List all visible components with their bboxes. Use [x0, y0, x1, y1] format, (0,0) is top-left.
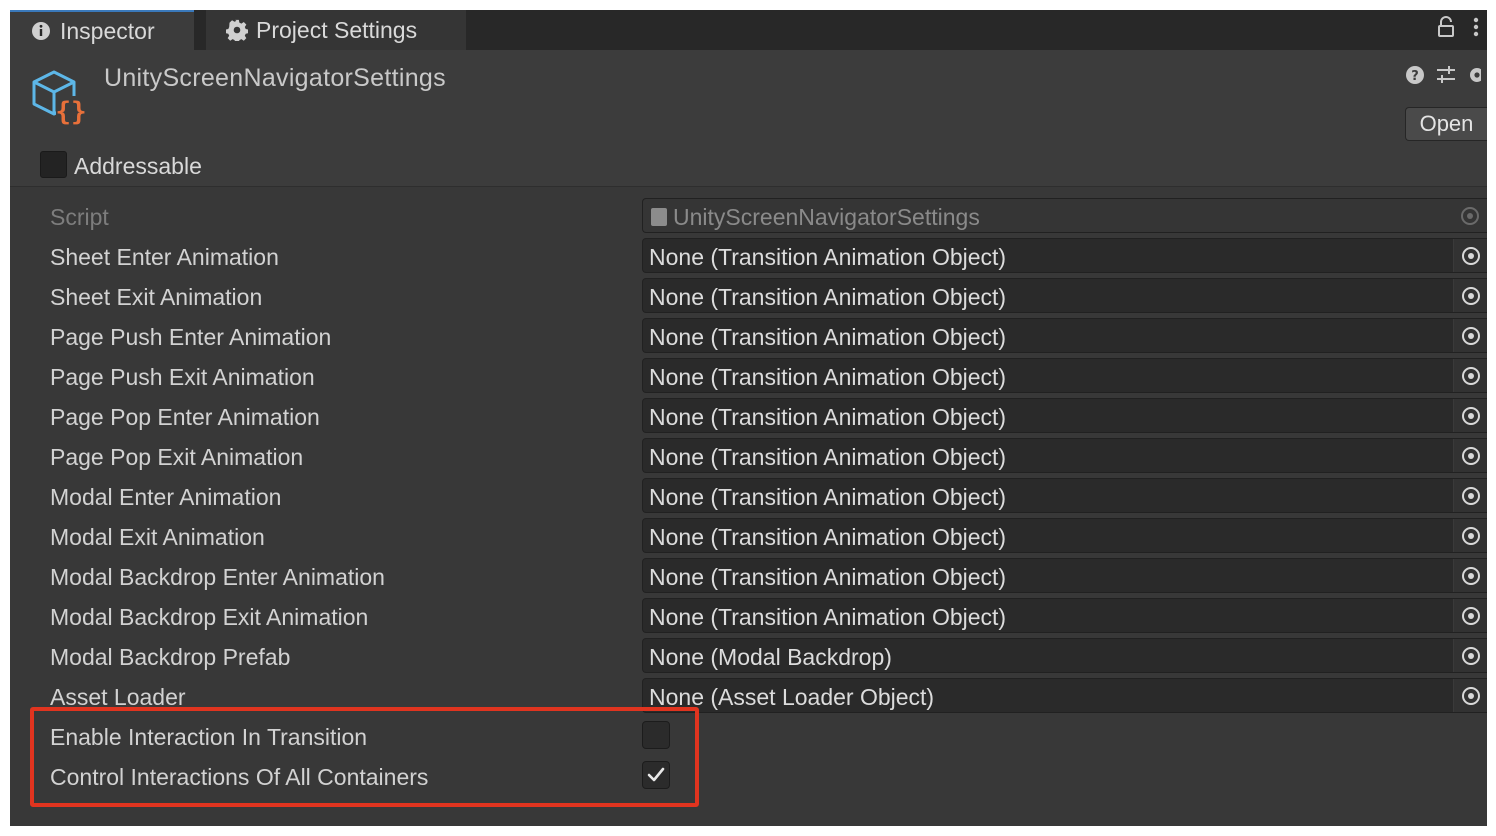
object-field[interactable]: None (Modal Backdrop)	[642, 638, 1487, 673]
toggle-row: Enable Interaction In Transition	[10, 716, 1487, 756]
property-list: Script UnityScreenNavigatorSettings Shee…	[10, 196, 1487, 796]
field-value: None (Transition Animation Object)	[649, 524, 1007, 550]
tab-project-settings[interactable]: Project Settings	[206, 10, 466, 50]
object-field[interactable]: None (Asset Loader Object)	[642, 678, 1487, 713]
object-field[interactable]: None (Transition Animation Object)	[642, 318, 1487, 353]
property-label: Page Push Exit Animation	[50, 364, 315, 390]
property-row: Modal Backdrop Exit Animation None (Tran…	[10, 596, 1487, 636]
property-label: Page Pop Enter Animation	[50, 404, 320, 430]
field-value: None (Transition Animation Object)	[649, 364, 1007, 390]
object-picker-icon[interactable]	[1453, 519, 1487, 552]
field-value: None (Transition Animation Object)	[649, 324, 1007, 350]
tab-inspector[interactable]: Inspector	[10, 10, 194, 50]
addressable-row: Addressable	[10, 146, 1487, 187]
info-icon	[30, 20, 52, 42]
settings-icon[interactable]	[1467, 64, 1484, 91]
object-picker-icon[interactable]	[1453, 399, 1487, 432]
object-field[interactable]: None (Transition Animation Object)	[642, 278, 1487, 313]
checkmark-icon	[647, 767, 665, 782]
scriptable-object-icon: {}	[30, 66, 90, 127]
property-label: Modal Backdrop Prefab	[50, 644, 291, 670]
svg-text:{}: {}	[55, 97, 86, 126]
property-label: Modal Backdrop Exit Animation	[50, 604, 369, 630]
object-picker-icon[interactable]	[1453, 639, 1487, 672]
toggle-row: Control Interactions Of All Containers	[10, 756, 1487, 796]
object-picker-icon[interactable]	[1453, 359, 1487, 392]
object-picker-icon[interactable]	[1453, 599, 1487, 632]
inspector-header: {} UnityScreenNavigatorSettings ? Open	[10, 50, 1487, 146]
object-field[interactable]: None (Transition Animation Object)	[642, 358, 1487, 393]
toggle-checkbox[interactable]	[642, 761, 670, 789]
object-picker-icon[interactable]	[1453, 679, 1487, 712]
tab-label: Project Settings	[256, 16, 418, 43]
object-field[interactable]: None (Transition Animation Object)	[642, 238, 1487, 273]
object-picker-icon	[1453, 199, 1487, 232]
help-icon[interactable]: ?	[1405, 65, 1425, 90]
field-value: UnityScreenNavigatorSettings	[673, 204, 980, 230]
object-picker-icon[interactable]	[1453, 559, 1487, 592]
toggle-checkbox[interactable]	[642, 721, 670, 749]
property-label: Page Pop Exit Animation	[50, 444, 304, 470]
object-field[interactable]: None (Transition Animation Object)	[642, 478, 1487, 513]
property-row-script: Script UnityScreenNavigatorSettings	[10, 196, 1487, 236]
addressable-label: Addressable	[74, 153, 202, 179]
field-value: None (Transition Animation Object)	[649, 564, 1007, 590]
field-value: None (Transition Animation Object)	[649, 404, 1007, 430]
gear-icon	[226, 19, 248, 41]
property-label: Control Interactions Of All Containers	[50, 764, 429, 790]
lock-icon[interactable]	[1437, 16, 1455, 44]
asset-title: UnityScreenNavigatorSettings	[104, 64, 446, 92]
property-row: Modal Backdrop Enter Animation None (Tra…	[10, 556, 1487, 596]
object-field[interactable]: None (Transition Animation Object)	[642, 598, 1487, 633]
field-value: None (Transition Animation Object)	[649, 284, 1007, 310]
property-row: Sheet Exit Animation None (Transition An…	[10, 276, 1487, 316]
object-picker-icon[interactable]	[1453, 279, 1487, 312]
field-value: None (Asset Loader Object)	[649, 684, 935, 710]
property-row: Page Pop Enter Animation None (Transitio…	[10, 396, 1487, 436]
property-row: Modal Enter Animation None (Transition A…	[10, 476, 1487, 516]
property-row: Page Push Exit Animation None (Transitio…	[10, 356, 1487, 396]
property-row: Page Pop Exit Animation None (Transition…	[10, 436, 1487, 476]
object-picker-icon[interactable]	[1453, 439, 1487, 472]
svg-text:?: ?	[1411, 69, 1419, 84]
property-label: Sheet Exit Animation	[50, 284, 263, 310]
object-picker-icon[interactable]	[1453, 319, 1487, 352]
field-value: None (Transition Animation Object)	[649, 484, 1007, 510]
addressable-checkbox[interactable]	[40, 151, 67, 178]
property-label: Asset Loader	[50, 684, 186, 710]
object-field[interactable]: None (Transition Animation Object)	[642, 398, 1487, 433]
tab-bar: Inspector Project Settings	[10, 10, 1487, 50]
property-row: Modal Backdrop Prefab None (Modal Backdr…	[10, 636, 1487, 676]
property-label: Page Push Enter Animation	[50, 324, 332, 350]
field-value: None (Modal Backdrop)	[649, 644, 892, 670]
open-button[interactable]: Open	[1405, 107, 1487, 141]
inspector-window: Inspector Project Settings {} UnityScree…	[10, 10, 1487, 826]
object-picker-icon[interactable]	[1453, 479, 1487, 512]
property-row: Asset Loader None (Asset Loader Object)	[10, 676, 1487, 716]
property-label: Modal Backdrop Enter Animation	[50, 564, 385, 590]
presets-icon[interactable]	[1435, 65, 1457, 90]
object-field[interactable]: None (Transition Animation Object)	[642, 518, 1487, 553]
field-value: None (Transition Animation Object)	[649, 604, 1007, 630]
kebab-menu-icon[interactable]	[1473, 16, 1479, 44]
script-field: UnityScreenNavigatorSettings	[642, 198, 1487, 233]
property-label: Script	[50, 204, 109, 230]
object-field[interactable]: None (Transition Animation Object)	[642, 438, 1487, 473]
property-row: Page Push Enter Animation None (Transiti…	[10, 316, 1487, 356]
object-field[interactable]: None (Transition Animation Object)	[642, 558, 1487, 593]
property-label: Modal Enter Animation	[50, 484, 282, 510]
field-value: None (Transition Animation Object)	[649, 444, 1007, 470]
property-label: Sheet Enter Animation	[50, 244, 279, 270]
property-label: Modal Exit Animation	[50, 524, 265, 550]
property-row: Modal Exit Animation None (Transition An…	[10, 516, 1487, 556]
field-value: None (Transition Animation Object)	[649, 244, 1007, 270]
property-label: Enable Interaction In Transition	[50, 724, 368, 750]
script-file-icon	[651, 208, 667, 226]
object-picker-icon[interactable]	[1453, 239, 1487, 272]
tab-label: Inspector	[60, 17, 155, 44]
property-row: Sheet Enter Animation None (Transition A…	[10, 236, 1487, 276]
